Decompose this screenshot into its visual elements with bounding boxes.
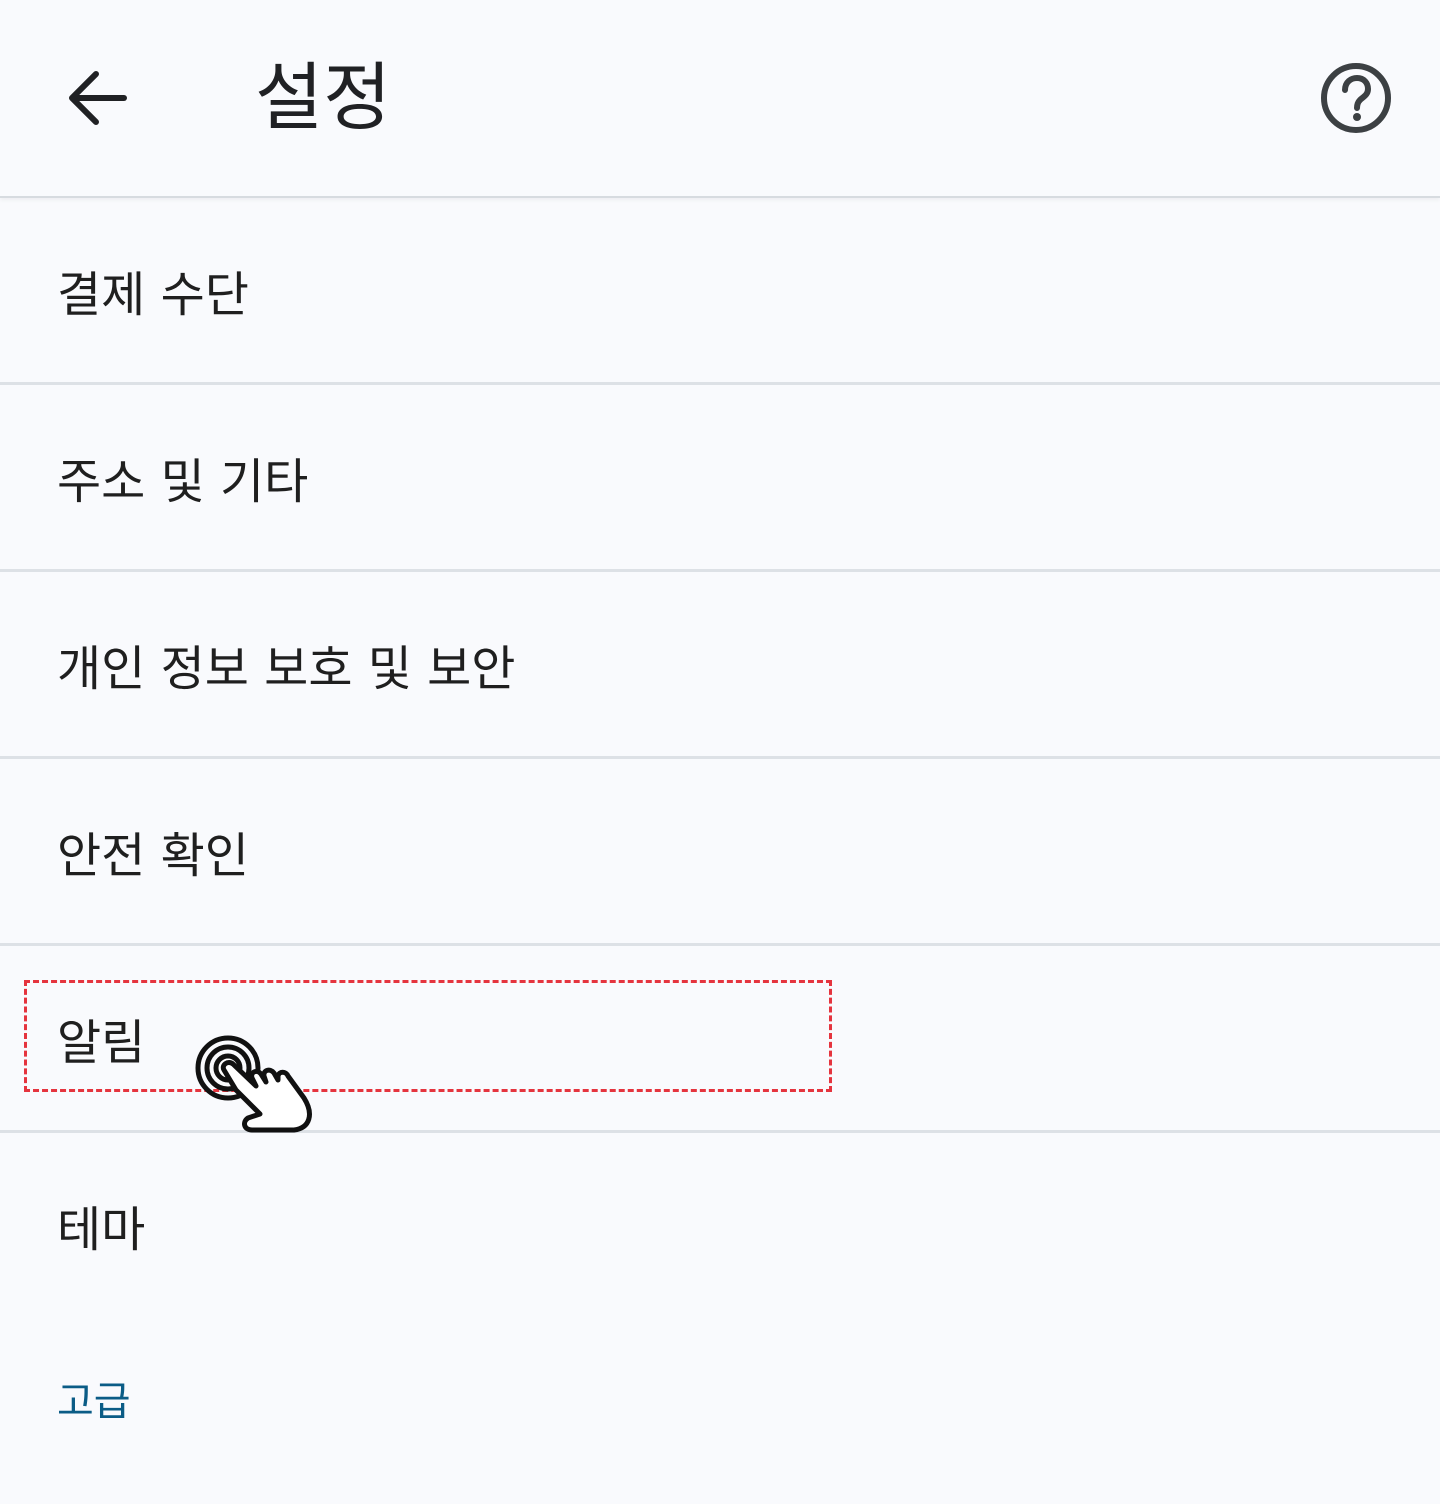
arrow-back-icon <box>69 71 127 125</box>
back-button[interactable] <box>40 40 156 156</box>
settings-item-safety-check[interactable]: 안전 확인 <box>0 759 1440 946</box>
settings-item-label: 개인 정보 보호 및 보안 <box>57 641 516 697</box>
settings-item-label: 주소 및 기타 <box>57 454 309 510</box>
settings-item-label: 테마 <box>57 1202 146 1258</box>
help-button[interactable] <box>1300 42 1412 154</box>
app-bar: 설정 <box>0 0 1440 198</box>
settings-list: 결제 수단 주소 및 기타 개인 정보 보호 및 보안 안전 확인 알림 테마 <box>0 198 1440 1317</box>
settings-item-label: 결제 수단 <box>57 267 249 323</box>
settings-item-label: 안전 확인 <box>57 828 249 884</box>
settings-item-privacy-security[interactable]: 개인 정보 보호 및 보안 <box>0 572 1440 759</box>
settings-item-addresses[interactable]: 주소 및 기타 <box>0 385 1440 572</box>
section-header-advanced: 고급 <box>57 1379 131 1425</box>
settings-item-payment-methods[interactable]: 결제 수단 <box>0 198 1440 385</box>
help-circle-icon <box>1321 63 1391 133</box>
settings-item-theme[interactable]: 테마 <box>0 1133 1440 1317</box>
settings-item-notifications[interactable]: 알림 <box>0 946 1440 1133</box>
settings-item-label: 알림 <box>57 1015 146 1071</box>
page-title: 설정 <box>255 55 392 141</box>
